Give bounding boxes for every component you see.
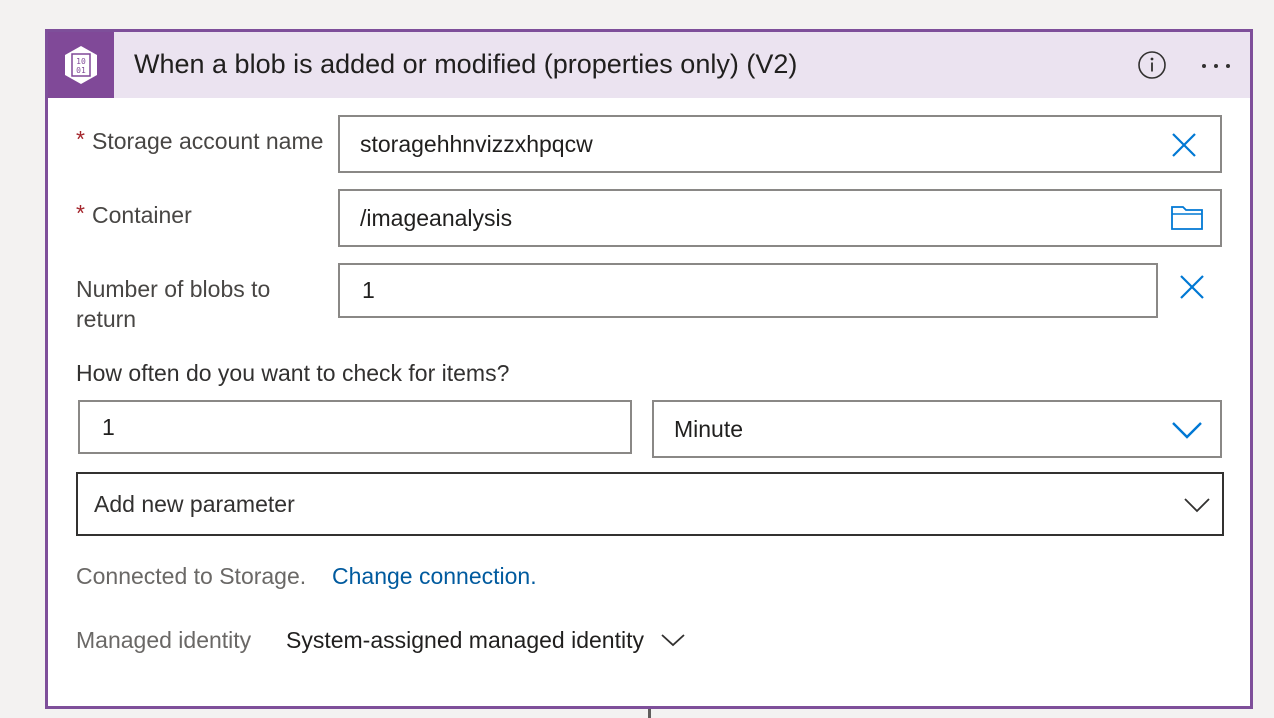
storage-account-label: Storage account name [92, 128, 324, 154]
trigger-card: 10 01 When a blob is added or modified (… [45, 29, 1253, 709]
container-field[interactable]: /imageanalysis [338, 189, 1222, 247]
managed-identity-label: Managed identity [76, 627, 252, 653]
num-blobs-label-line1: Number of blobs to [76, 276, 271, 302]
svg-text:10: 10 [76, 57, 86, 66]
required-marker: * [76, 126, 85, 152]
connection-status: Connected to Storage. [76, 563, 307, 589]
clear-icon[interactable] [1170, 131, 1198, 165]
trigger-title: When a blob is added or modified (proper… [134, 49, 798, 79]
container-label: Container [92, 202, 192, 228]
frequency-value: Minute [674, 415, 744, 442]
num-blobs-field[interactable]: 1 [338, 263, 1158, 318]
managed-identity-dropdown[interactable]: System-assigned managed identity [286, 625, 686, 655]
chevron-down-icon [660, 631, 686, 649]
info-icon[interactable] [1137, 50, 1167, 80]
managed-identity-value: System-assigned managed identity [286, 627, 644, 653]
num-blobs-value: 1 [362, 277, 375, 303]
storage-account-field[interactable]: storagehhnvizzxhpqcw [338, 115, 1222, 173]
blob-storage-icon: 10 01 [48, 32, 114, 98]
num-blobs-label-line2: return [76, 306, 137, 332]
interval-field[interactable]: 1 [78, 400, 632, 454]
interval-value: 1 [102, 413, 115, 440]
storage-account-value: storagehhnvizzxhpqcw [360, 130, 593, 157]
change-connection-link[interactable]: Change connection. [332, 561, 537, 591]
add-new-parameter-dropdown[interactable]: Add new parameter [76, 472, 1224, 536]
trigger-card-header[interactable]: 10 01 When a blob is added or modified (… [48, 32, 1250, 98]
more-options-icon[interactable] [1198, 50, 1234, 80]
required-marker: * [76, 200, 85, 226]
svg-text:01: 01 [76, 66, 86, 75]
chevron-down-icon [1182, 494, 1212, 521]
add-new-parameter-label: Add new parameter [94, 490, 295, 517]
chevron-down-icon [1170, 418, 1204, 446]
container-value: /imageanalysis [360, 204, 513, 231]
remove-parameter-icon[interactable] [1178, 273, 1206, 306]
folder-icon[interactable] [1170, 205, 1204, 237]
frequency-dropdown[interactable]: Minute [652, 400, 1222, 458]
recurrence-label: How often do you want to check for items… [76, 360, 510, 386]
